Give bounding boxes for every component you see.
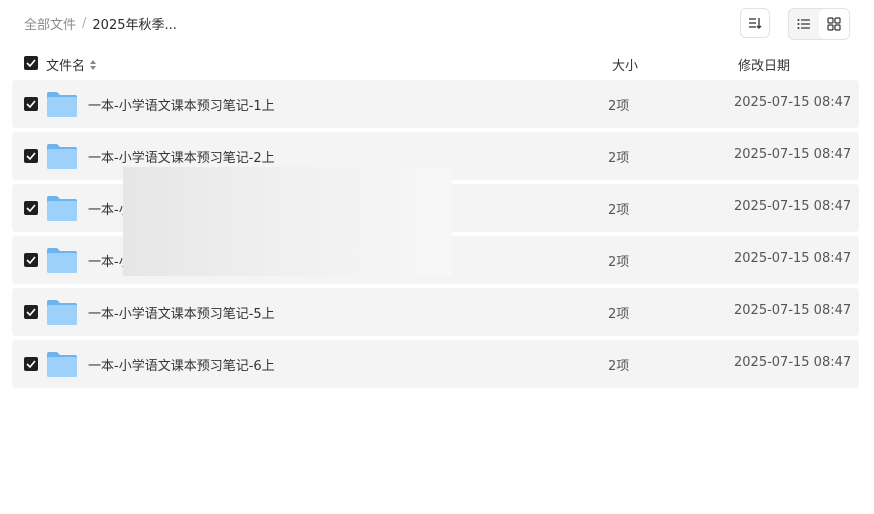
- row-checkbox[interactable]: [24, 201, 38, 215]
- file-size: 2项: [608, 255, 630, 270]
- row-checkbox[interactable]: [24, 149, 38, 163]
- sort-button[interactable]: [740, 8, 770, 38]
- column-header-name[interactable]: 文件名: [46, 55, 97, 74]
- file-date: 2025-07-15 08:47: [734, 303, 852, 318]
- table-row[interactable]: 一本-小学语文课本预习笔记-5上 2项 2025-07-15 08:47: [12, 288, 859, 336]
- file-name[interactable]: 一本-小学语文课本预习笔记-2上: [88, 147, 275, 166]
- file-size: 2项: [608, 203, 630, 218]
- file-name[interactable]: 一本-小学语文课本预习笔记-1上: [88, 95, 275, 114]
- sort-icon: [749, 18, 762, 29]
- file-size: 2项: [608, 151, 630, 166]
- table-row[interactable]: 一本-小学语文课本预习笔记-6上 2项 2025-07-15 08:47: [12, 340, 859, 388]
- breadcrumb-root-link[interactable]: 全部文件: [24, 14, 76, 33]
- check-icon: [26, 152, 36, 160]
- sort-arrows-icon: [90, 59, 97, 70]
- file-name[interactable]: 一本-小学语文课本预习笔记-5上: [88, 303, 275, 322]
- check-icon: [26, 308, 36, 316]
- list-view-button[interactable]: [789, 9, 819, 39]
- column-header-date[interactable]: 修改日期: [738, 55, 790, 74]
- row-checkbox[interactable]: [24, 305, 38, 319]
- file-date: 2025-07-15 08:47: [734, 251, 852, 266]
- file-date: 2025-07-15 08:47: [734, 95, 852, 110]
- column-header-size[interactable]: 大小: [612, 55, 638, 74]
- breadcrumb-current: 2025年秋季...: [92, 18, 177, 33]
- row-checkbox[interactable]: [24, 97, 38, 111]
- folder-icon: [47, 300, 77, 325]
- select-all-checkbox[interactable]: [24, 56, 38, 70]
- file-size: 2项: [608, 307, 630, 322]
- folder-icon: [47, 196, 77, 221]
- file-date: 2025-07-15 08:47: [734, 147, 852, 162]
- folder-icon: [47, 248, 77, 273]
- grid-view-button[interactable]: [819, 9, 849, 39]
- check-icon: [26, 256, 36, 264]
- grid-view-icon: [827, 17, 841, 31]
- folder-icon: [47, 352, 77, 377]
- view-toggle: [788, 8, 850, 40]
- file-date: 2025-07-15 08:47: [734, 355, 852, 370]
- table-header: 文件名 大小 修改日期: [0, 52, 874, 76]
- breadcrumb: 全部文件 / 2025年秋季...: [24, 14, 177, 33]
- file-date: 2025-07-15 08:47: [734, 199, 852, 214]
- breadcrumb-separator: /: [82, 16, 87, 31]
- table-row[interactable]: 一本-小学语文课本预习笔记-1上 2项 2025-07-15 08:47: [12, 80, 859, 128]
- file-size: 2项: [608, 359, 630, 374]
- redaction-overlay: [123, 167, 452, 276]
- top-bar: 全部文件 / 2025年秋季...: [0, 0, 874, 48]
- column-header-name-label: 文件名: [46, 59, 86, 74]
- row-checkbox[interactable]: [24, 253, 38, 267]
- check-icon: [26, 204, 36, 212]
- check-icon: [26, 59, 36, 67]
- check-icon: [26, 100, 36, 108]
- file-size: 2项: [608, 99, 630, 114]
- row-checkbox[interactable]: [24, 357, 38, 371]
- folder-icon: [47, 92, 77, 117]
- list-view-icon: [797, 19, 810, 29]
- file-name[interactable]: 一本-小学语文课本预习笔记-6上: [88, 355, 275, 374]
- check-icon: [26, 360, 36, 368]
- folder-icon: [47, 144, 77, 169]
